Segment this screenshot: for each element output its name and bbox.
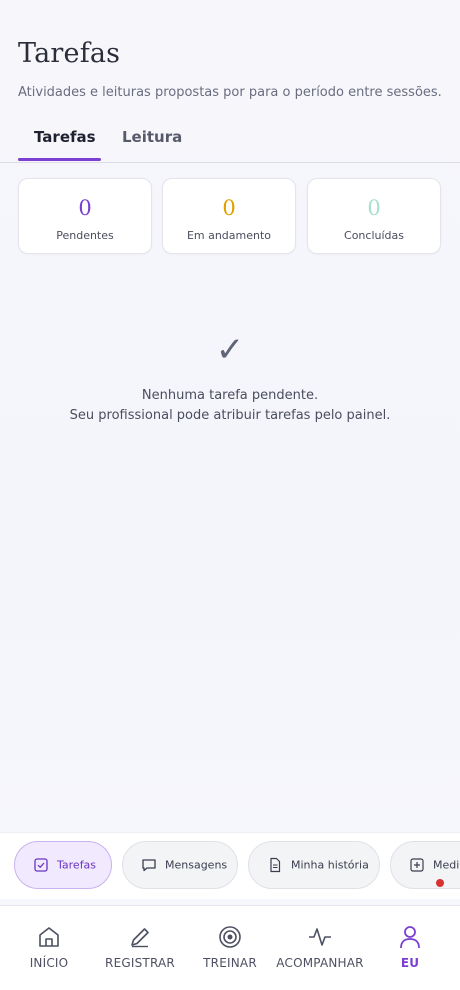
stat-label-pendentes: Pendentes — [56, 229, 114, 242]
nav-eu[interactable]: EU — [364, 924, 456, 970]
stat-value-concluidas: 0 — [367, 196, 381, 220]
task-stats: 0 Pendentes 0 Em andamento 0 Concluídas — [18, 178, 442, 254]
stat-card-pendentes: 0 Pendentes — [18, 178, 152, 254]
tab-leitura[interactable]: Leitura — [122, 128, 182, 146]
stat-card-concluidas: 0 Concluídas — [307, 178, 441, 254]
notification-dot — [436, 879, 444, 887]
stat-label-concluidas: Concluídas — [344, 229, 404, 242]
stat-value-em-andamento: 0 — [222, 196, 236, 220]
nav-inicio[interactable]: INÍCIO — [3, 924, 95, 970]
empty-state-hint: Seu profissional pode atribuir tarefas p… — [69, 408, 391, 423]
empty-state-message: Nenhuma tarefa pendente. — [141, 388, 319, 403]
quick-chip-tarefas[interactable]: Tarefas — [14, 841, 112, 889]
activity-icon — [309, 928, 331, 946]
page-header: Tarefas Atividades e leituras propostas … — [18, 38, 450, 100]
nav-registrar-label: REGISTRAR — [105, 956, 175, 970]
empty-state: ✓ Nenhuma tarefa pendente. Seu profissio… — [0, 330, 460, 426]
quick-chip-mensagens-label: Mensagens — [165, 858, 228, 872]
page-title: Tarefas — [18, 38, 121, 69]
nav-acompanhar-label: ACOMPANHAR — [276, 956, 364, 970]
bottom-navigation: INÍCIO REGISTRAR TREINAR ACOMPANHAR EU — [0, 905, 460, 990]
quick-chip-mensagens[interactable]: Mensagens — [122, 841, 238, 889]
nav-registrar[interactable]: REGISTRAR — [94, 924, 186, 970]
plus-square-icon — [410, 858, 424, 872]
active-tab-indicator — [18, 158, 101, 161]
target-icon — [219, 926, 241, 948]
nav-treinar-label: TREINAR — [203, 956, 257, 970]
home-icon — [39, 927, 59, 947]
document-icon — [270, 857, 281, 873]
stat-card-em-andamento: 0 Em andamento — [162, 178, 296, 254]
checkbox-icon — [34, 858, 48, 872]
check-mark-icon: ✓ — [215, 330, 245, 370]
nav-eu-label: EU — [400, 956, 420, 970]
quick-actions-bar: Tarefas Mensagens Minha história Medi — [0, 832, 460, 899]
nav-acompanhar[interactable]: ACOMPANHAR — [274, 924, 366, 970]
quick-chip-minha-historia-label: Minha história — [291, 858, 369, 872]
quick-chip-tarefas-label: Tarefas — [57, 858, 97, 872]
nav-treinar[interactable]: TREINAR — [184, 924, 276, 970]
tab-bar: Tarefas Leitura — [0, 118, 460, 163]
quick-chip-medi[interactable]: Medi — [390, 841, 460, 889]
pen-icon — [131, 928, 149, 948]
quick-chip-minha-historia[interactable]: Minha história — [248, 841, 380, 889]
stat-label-em-andamento: Em andamento — [186, 229, 272, 242]
message-icon — [142, 859, 156, 872]
stat-value-pendentes: 0 — [78, 196, 92, 220]
quick-chip-medi-label: Medi — [433, 858, 460, 872]
user-icon — [400, 926, 420, 949]
tab-tarefas[interactable]: Tarefas — [34, 128, 96, 146]
nav-inicio-label: INÍCIO — [29, 956, 69, 970]
page-subtitle: Atividades e leituras propostas por para… — [18, 85, 442, 100]
